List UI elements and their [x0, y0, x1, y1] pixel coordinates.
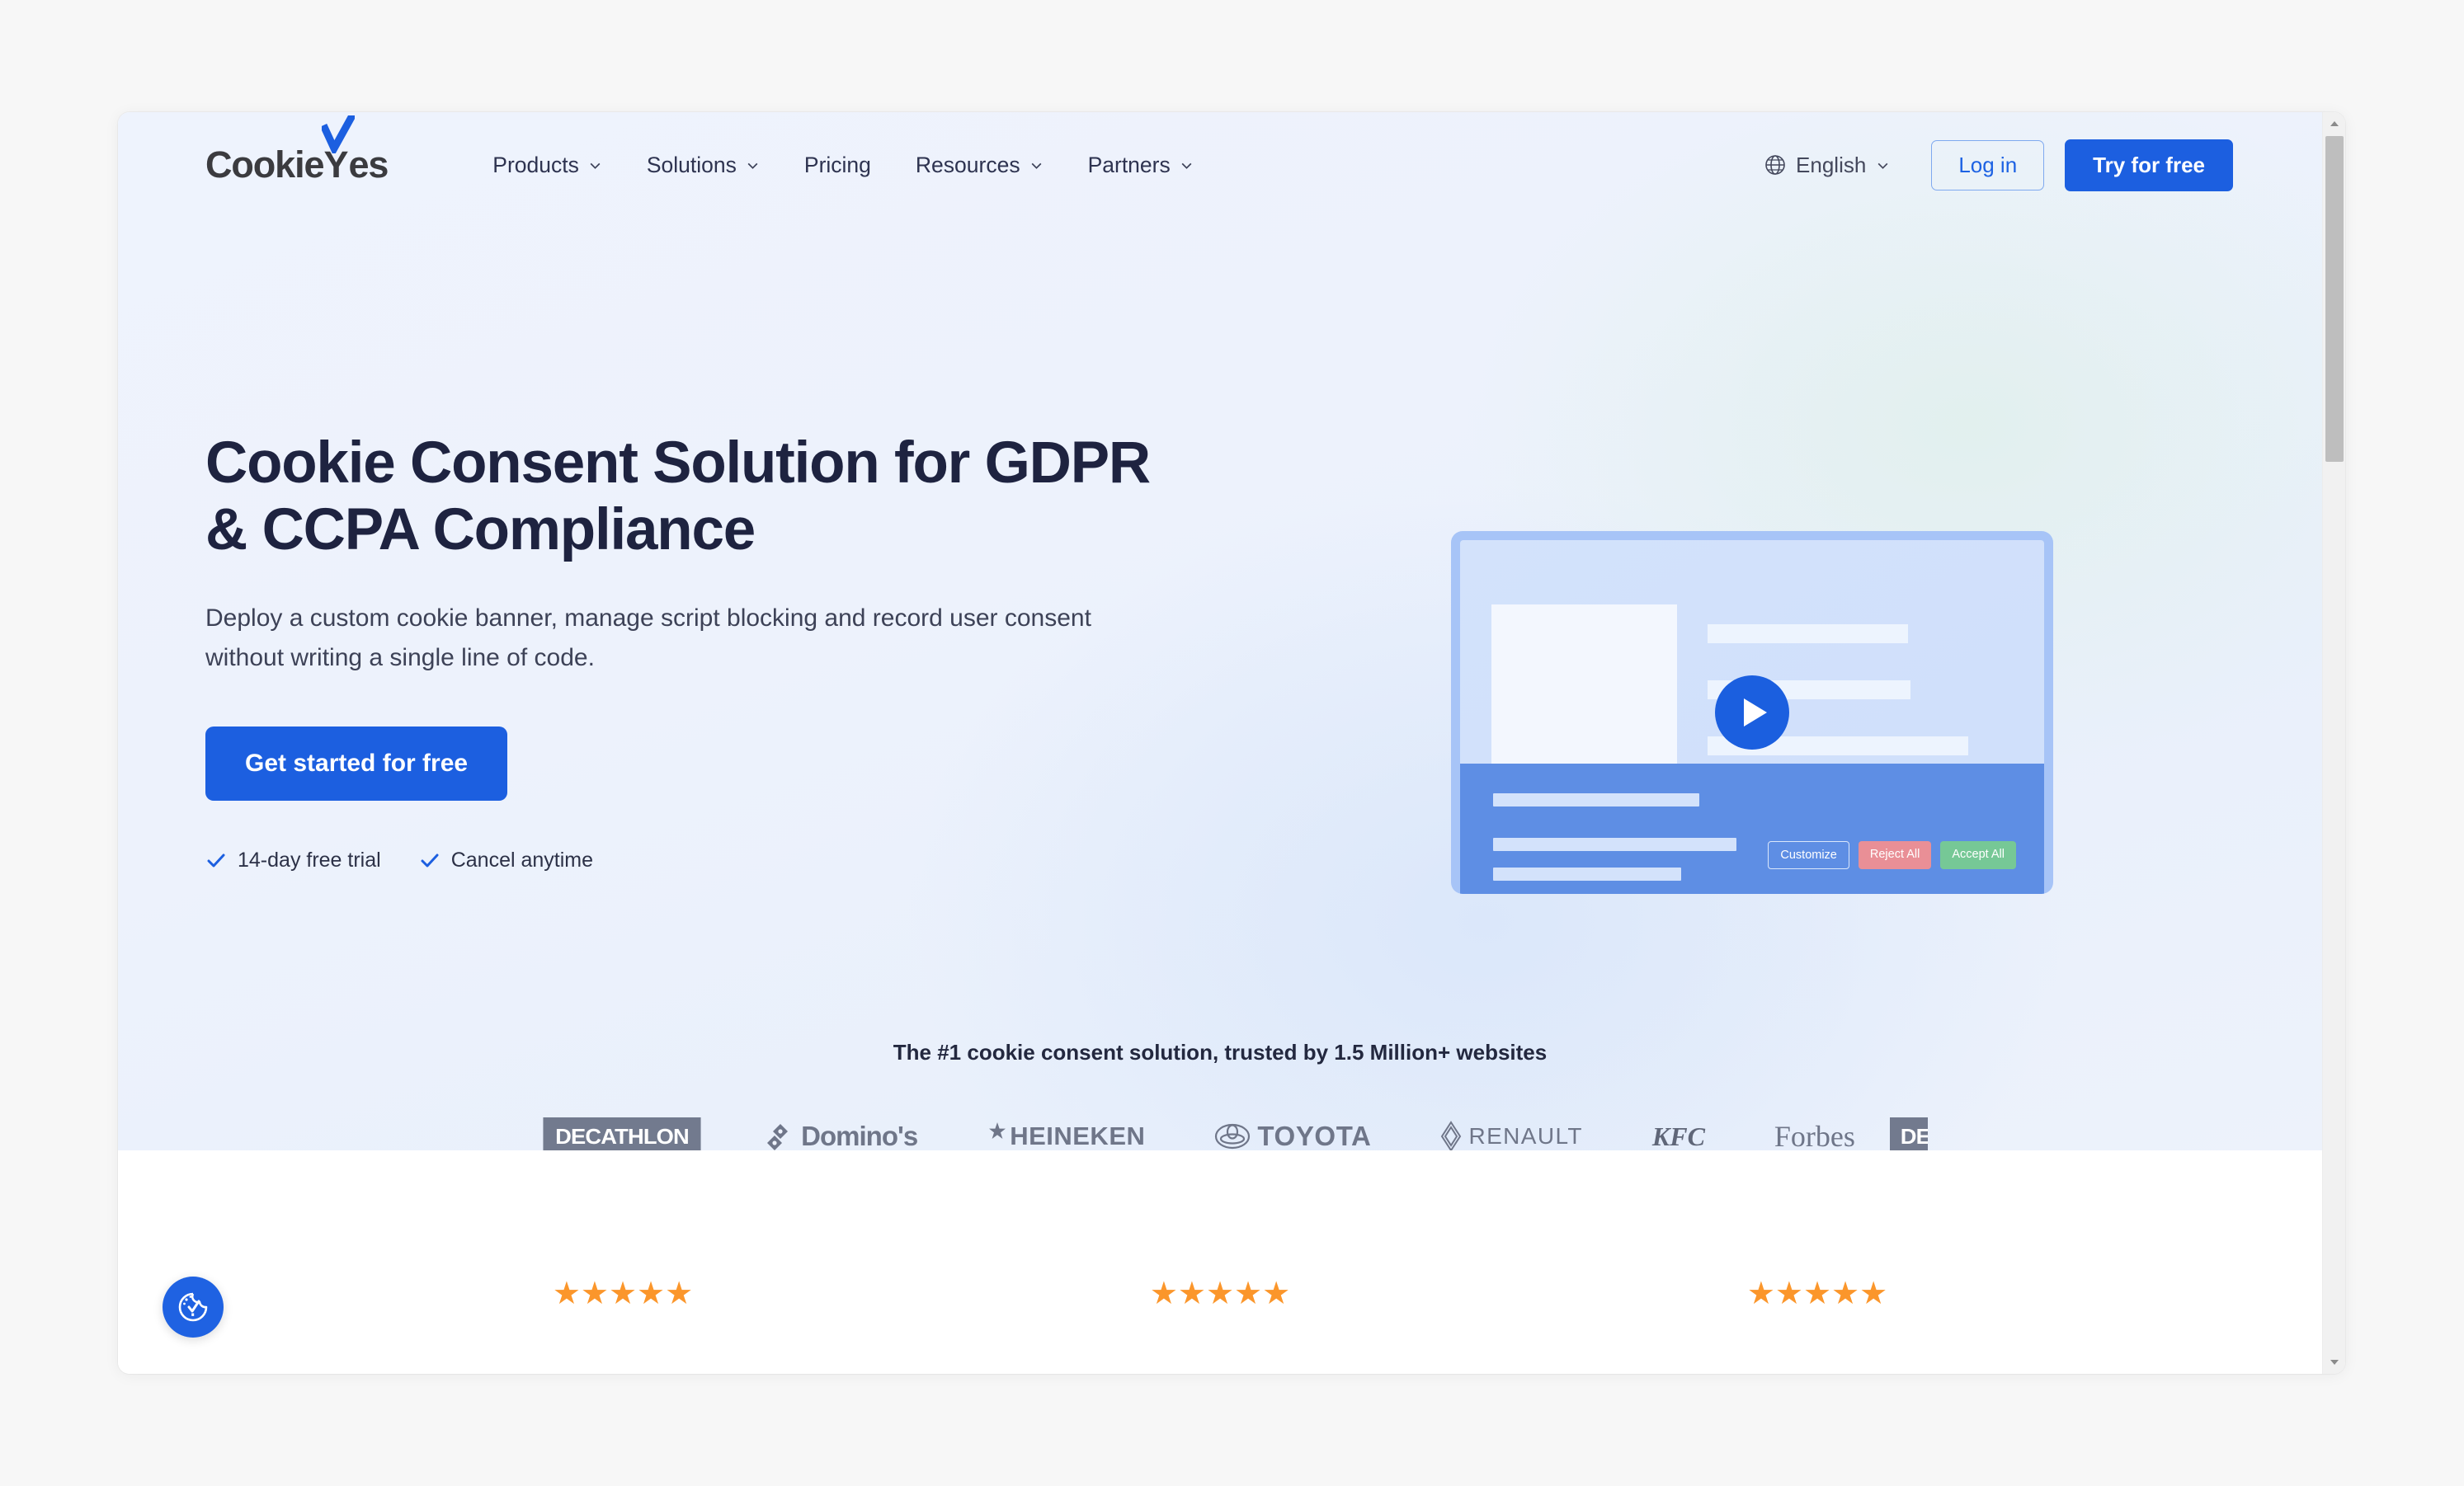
brand-label: KFC	[1651, 1121, 1705, 1151]
chevron-down-icon	[1877, 162, 1888, 169]
nav-label: Resources	[915, 152, 1020, 177]
play-icon[interactable]	[1715, 675, 1789, 750]
chevron-down-icon	[1031, 162, 1041, 169]
scroll-up-arrow[interactable]	[2323, 112, 2345, 135]
check-icon	[421, 854, 439, 868]
scrollbar-thumb[interactable]	[2325, 136, 2344, 462]
hero-text-column: Cookie Consent Solution for GDPR & CCPA …	[205, 307, 1270, 894]
trust-label: Cancel anytime	[450, 849, 594, 872]
hero-title: Cookie Consent Solution for GDPR & CCPA …	[205, 430, 1151, 562]
nav-item-partners[interactable]: Partners	[1066, 144, 1216, 186]
chevron-down-icon	[747, 162, 758, 169]
nav-label: Solutions	[646, 152, 737, 177]
brand-logo-heineken: HEINEKEN	[952, 1121, 1180, 1152]
page-background: Cookie Yes Products Solutions Pricing Re…	[0, 0, 2464, 1486]
try-for-free-button[interactable]: Try for free	[2065, 139, 2233, 191]
play-triangle	[1744, 698, 1767, 727]
brand-logo-toyota: TOYOTA	[1180, 1121, 1406, 1152]
renault-diamond-icon	[1441, 1121, 1462, 1152]
brand-label: Domino's	[801, 1121, 918, 1151]
caret-up-icon	[2330, 121, 2339, 126]
check-icon	[322, 115, 356, 153]
nav-item-resources[interactable]: Resources	[893, 144, 1066, 186]
nav-item-pricing[interactable]: Pricing	[782, 144, 893, 186]
nav-label: Products	[492, 152, 579, 177]
main-navigation: Products Solutions Pricing Resources Par…	[470, 144, 1215, 186]
trust-item-cancel-anytime: Cancel anytime	[419, 849, 593, 872]
page-viewport: Cookie Yes Products Solutions Pricing Re…	[118, 112, 2322, 1374]
caret-down-icon	[2330, 1360, 2339, 1365]
trust-item-free-trial: 14-day free trial	[205, 849, 381, 872]
trusted-headline: The #1 cookie consent solution, trusted …	[893, 1040, 1548, 1065]
mockup-text-line	[1708, 624, 1908, 643]
brand-logo-dominos: Domino's	[732, 1121, 952, 1152]
scroll-down-arrow[interactable]	[2323, 1351, 2345, 1374]
star-rating: ★★★★★	[1746, 1277, 1888, 1311]
cookie-check-icon	[178, 1292, 208, 1322]
product-video-mockup[interactable]: Customize Reject All Accept All	[1451, 531, 2053, 894]
cookie-consent-icon[interactable]	[163, 1277, 224, 1338]
reviews-section: ★★★★★ ★★★★★ ★★★★★	[118, 1150, 2322, 1374]
check-icon	[207, 854, 225, 868]
get-started-button[interactable]: Get started for free	[205, 727, 508, 802]
nav-label: Pricing	[803, 152, 871, 177]
trusted-by-section: The #1 cookie consent solution, trusted …	[118, 1040, 2322, 1161]
banner-reject-all-button[interactable]: Reject All	[1858, 841, 1932, 869]
brand-logo-forbes: Forbes	[1740, 1119, 1890, 1154]
nav-label: Partners	[1087, 152, 1171, 177]
logo-text-part-1: Cookie	[205, 143, 325, 186]
browser-window: Cookie Yes Products Solutions Pricing Re…	[118, 112, 2345, 1374]
banner-buttons: Customize Reject All Accept All	[1768, 841, 2016, 869]
banner-text-line	[1493, 868, 1681, 881]
site-logo[interactable]: Cookie Yes	[205, 115, 389, 186]
star-rating: ★★★★★	[552, 1277, 694, 1311]
star-icon	[989, 1122, 1006, 1139]
brand-label: RENAULT	[1468, 1123, 1583, 1149]
mockup-cookie-banner: Customize Reject All Accept All	[1460, 764, 2044, 894]
brand-logo-renault: RENAULT	[1406, 1121, 1617, 1152]
brand-label: HEINEKEN	[1010, 1122, 1146, 1150]
banner-accept-all-button[interactable]: Accept All	[1940, 841, 2016, 869]
hero-content: Cookie Consent Solution for GDPR & CCPA …	[205, 307, 2235, 894]
toyota-emblem-icon	[1215, 1123, 1251, 1150]
banner-customize-button[interactable]: Customize	[1768, 841, 1849, 869]
globe-icon	[1765, 155, 1785, 175]
trust-label: 14-day free trial	[238, 849, 381, 872]
site-header: Cookie Yes Products Solutions Pricing Re…	[118, 112, 2322, 218]
hero-media-column: Customize Reject All Accept All	[1270, 307, 2235, 894]
brand-label: Forbes	[1774, 1120, 1855, 1153]
nav-item-solutions[interactable]: Solutions	[624, 144, 782, 186]
header-actions: English Log in Try for free	[1751, 139, 2233, 191]
language-selector[interactable]: English	[1751, 144, 1903, 186]
hero-subtitle: Deploy a custom cookie banner, manage sc…	[205, 604, 1091, 672]
brand-logo-kfc: KFC	[1618, 1122, 1740, 1152]
hero-section: Cookie Yes Products Solutions Pricing Re…	[118, 112, 2322, 1156]
hero-trust-row: 14-day free trial Cancel anytime	[205, 849, 1270, 872]
language-label: English	[1796, 152, 1867, 177]
vertical-scrollbar[interactable]	[2322, 112, 2345, 1374]
dominos-tile-icon	[767, 1124, 789, 1150]
review-stars-row: ★★★★★ ★★★★★ ★★★★★	[118, 1278, 2322, 1310]
login-button[interactable]: Log in	[1931, 139, 2045, 190]
nav-item-products[interactable]: Products	[470, 144, 624, 186]
chevron-down-icon	[1181, 162, 1192, 169]
brand-label: TOYOTA	[1257, 1121, 1372, 1151]
banner-text-line	[1493, 838, 1736, 851]
chevron-down-icon	[590, 162, 601, 169]
star-rating: ★★★★★	[1149, 1277, 1291, 1311]
logo-y-wrap: Y	[322, 115, 356, 186]
banner-text-line	[1493, 793, 1699, 806]
